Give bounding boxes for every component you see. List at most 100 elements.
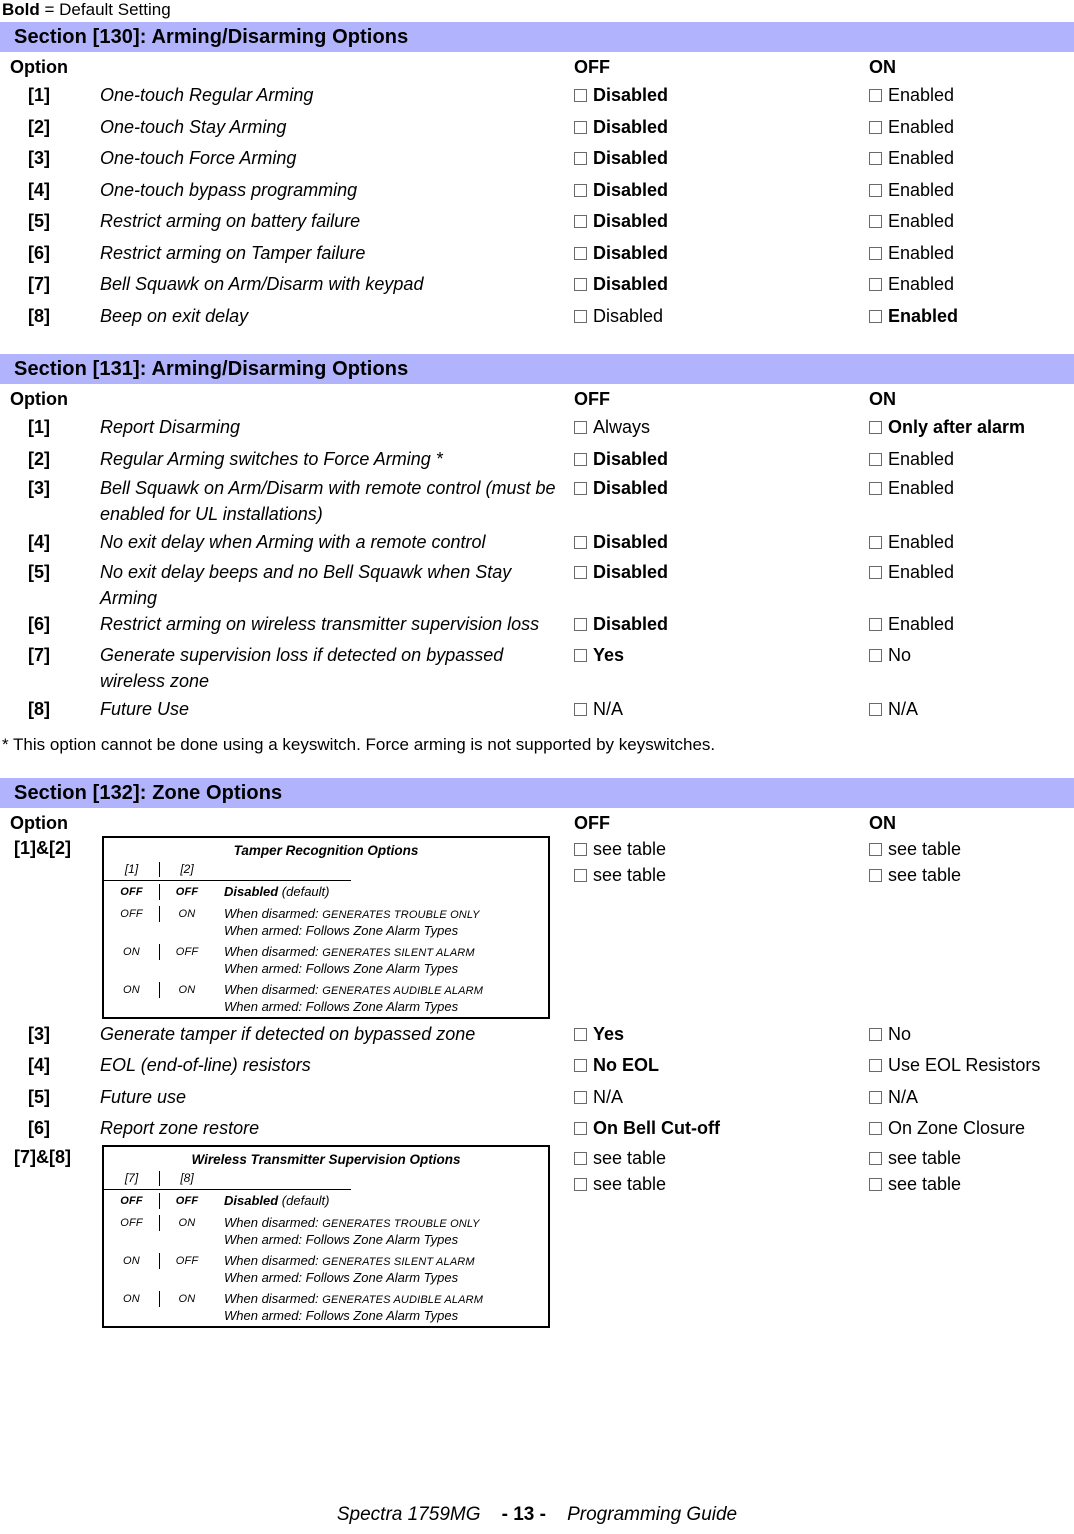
on-cell: Use EOL Resistors (869, 1050, 1074, 1082)
checkbox-icon[interactable] (869, 1122, 882, 1135)
checkbox-icon[interactable] (869, 482, 882, 495)
checkbox-icon[interactable] (869, 868, 882, 882)
on-cell: Enabled (869, 112, 1074, 144)
on-label-line2: see table (888, 864, 962, 885)
off-cell: Yes (574, 1019, 869, 1051)
desc-line1-prefix: When disarmed: (224, 1214, 323, 1230)
option-off-cell: see table see table (574, 1145, 869, 1328)
checkbox-icon[interactable] (574, 868, 587, 882)
checkbox-icon[interactable] (574, 421, 587, 434)
checkbox-icon[interactable] (574, 536, 587, 549)
checkbox-icon[interactable] (574, 452, 587, 466)
checkbox-icon[interactable] (869, 1027, 882, 1041)
checkbox-icon[interactable] (574, 246, 587, 260)
on-label: Only after alarm (888, 417, 1026, 437)
checkbox-icon[interactable] (869, 120, 882, 134)
option-on-cell: Enabled (869, 559, 1074, 585)
checkbox-icon[interactable] (869, 152, 882, 165)
checkbox-icon[interactable] (574, 1059, 587, 1072)
inner-table-row: ON OFF When disarmed: GENERATES SILENT ALA… (104, 941, 548, 979)
checkbox-icon[interactable] (574, 120, 587, 134)
checkbox-icon[interactable] (869, 1059, 882, 1072)
checkbox-icon[interactable] (869, 1090, 882, 1104)
section-132-column-headers: Option OFF ON (0, 808, 1074, 836)
checkbox-icon[interactable] (869, 1151, 882, 1165)
checkbox-icon[interactable] (574, 649, 587, 662)
checkbox-icon[interactable] (574, 215, 587, 228)
option-row: [5] No exit delay beeps and no Bell Squaw… (0, 559, 1074, 611)
checkbox-icon[interactable] (869, 1177, 882, 1191)
checkbox-icon[interactable] (869, 842, 882, 856)
checkbox-icon[interactable] (869, 617, 882, 631)
checkbox-icon[interactable] (869, 246, 882, 260)
checkbox-icon[interactable] (869, 649, 882, 662)
checkbox-icon[interactable] (869, 278, 882, 291)
wireless-table-head: [7] [8] (104, 1170, 548, 1189)
option-off-cell: N/A (574, 1082, 869, 1114)
inner-table-row: ON ON When disarmed: GENERATES AUDIBLE ALA… (104, 1288, 548, 1326)
inner-table-col2-value: OFF (159, 1252, 214, 1269)
checkbox-icon[interactable] (574, 842, 587, 856)
inner-table-col2-value: ON (159, 1214, 214, 1231)
option-off-cell: Disabled (574, 238, 869, 270)
off-label: Disabled (593, 242, 669, 263)
checkbox-icon[interactable] (574, 1151, 587, 1165)
checkbox-icon[interactable] (574, 565, 587, 579)
footer-page-number: - 13 - (501, 1504, 546, 1525)
desc-line2-italic: Zone Alarm Types (353, 998, 459, 1014)
on-label: Use EOL Resistors (888, 1055, 1041, 1075)
checkbox-icon[interactable] (869, 536, 882, 549)
checkbox-icon[interactable] (869, 89, 882, 102)
option-number: [3] (28, 1023, 50, 1044)
inner-table-description: When disarmed: GENERATES TROUBLE ONLY Whe… (214, 906, 548, 938)
checkbox-icon[interactable] (574, 152, 587, 165)
inner-table-col1-value: ON (123, 1292, 140, 1305)
checkbox-icon[interactable] (574, 183, 587, 197)
inner-table-col2-value: ON (159, 1290, 214, 1307)
desc-line1-smallcaps: GENERATES SILENT ALARM (322, 946, 475, 959)
option-row: [3] Generate tamper if detected on bypass… (0, 1019, 1074, 1051)
inner-table-desc-line1: When disarmed: GENERATES AUDIBLE ALARM (224, 982, 548, 999)
checkbox-icon[interactable] (869, 183, 882, 197)
on-label-line2: see table (888, 1173, 962, 1194)
option-number: [2] (28, 448, 50, 469)
checkbox-icon[interactable] (574, 482, 587, 495)
tamper-table-col3-header (214, 862, 548, 877)
option-on-cell: Enabled (869, 80, 1074, 112)
inner-table-col1-value: ON (123, 945, 140, 958)
checkbox-icon[interactable] (574, 703, 587, 716)
checkbox-icon[interactable] (574, 1090, 587, 1104)
checkbox-icon[interactable] (574, 1027, 587, 1041)
inner-table-col1-value: OFF (120, 907, 143, 920)
column-header-on: ON (869, 389, 896, 409)
checkbox-icon[interactable] (574, 1122, 587, 1135)
desc-line2-italic: Zone Alarm Types (353, 1231, 459, 1247)
option-on-cell: Only after alarm (869, 412, 1074, 444)
on-cell: Enabled (869, 80, 1074, 112)
on-cell: No (869, 642, 1074, 668)
checkbox-icon[interactable] (869, 565, 882, 579)
legend-bold-word: Bold (2, 0, 40, 19)
option-off-cell: Disabled (574, 475, 869, 501)
option-off-cell: Always (574, 412, 869, 444)
checkbox-icon[interactable] (574, 1177, 587, 1191)
checkbox-icon[interactable] (869, 215, 882, 228)
inner-table-desc-line2: When armed: Follows Zone Alarm Types (224, 999, 548, 1014)
checkbox-icon[interactable] (574, 617, 587, 631)
column-header-option: Option (10, 389, 68, 409)
option-number: [1]&[2] (14, 837, 71, 858)
checkbox-icon[interactable] (574, 89, 587, 102)
checkbox-icon[interactable] (869, 452, 882, 466)
off-label: Always (593, 417, 651, 437)
checkbox-icon[interactable] (574, 278, 587, 291)
option-description: Report Disarming (100, 417, 241, 437)
on-cell: On Zone Closure (869, 1113, 1074, 1145)
checkbox-icon[interactable] (869, 309, 882, 323)
option-row-1-2: [1]&[2] Tamper Recognition Options [1] [… (0, 835, 1074, 1019)
checkbox-icon[interactable] (574, 309, 587, 323)
option-description: No exit delay when Arming with a remote … (100, 532, 486, 552)
checkbox-icon[interactable] (869, 421, 882, 434)
desc-line2-prefix: When armed: Follows (224, 1269, 354, 1285)
checkbox-icon[interactable] (869, 703, 882, 716)
option-description: One-touch Stay Arming (100, 116, 287, 137)
